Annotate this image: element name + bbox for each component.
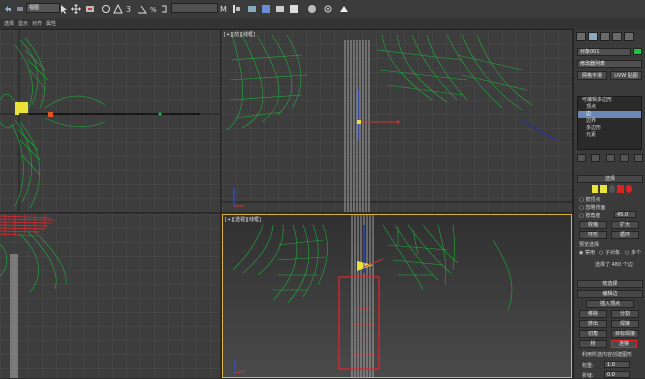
make-unique-icon[interactable] bbox=[605, 154, 615, 162]
viewport-top-right[interactable]: [+][前][线框] bbox=[222, 30, 572, 212]
select-by-name-icon[interactable] bbox=[84, 3, 96, 15]
ring-button[interactable]: 环形 bbox=[579, 231, 607, 239]
align-icon[interactable] bbox=[230, 3, 242, 15]
uvw-map-button[interactable]: UVW 贴图 bbox=[610, 71, 642, 80]
element-mode-icon[interactable] bbox=[625, 185, 633, 193]
by-vertex-checkbox[interactable]: ▢ 按顶点 bbox=[579, 196, 600, 203]
curve-editor-icon[interactable] bbox=[260, 3, 272, 15]
bridge-button[interactable]: 桥 bbox=[579, 340, 607, 348]
weight-label: 权重: bbox=[582, 363, 594, 369]
menu-align[interactable]: 对齐 bbox=[32, 19, 42, 29]
viewport-bottom-right[interactable]: [+][透视][线框] bbox=[222, 214, 572, 378]
svg-text:M: M bbox=[220, 5, 227, 14]
stack-item-edge[interactable]: 边 bbox=[578, 111, 641, 118]
move-icon[interactable] bbox=[70, 3, 82, 15]
remove-button[interactable]: 移除 bbox=[579, 310, 607, 318]
by-angle-checkbox[interactable]: ▢ 按角度 bbox=[579, 212, 600, 219]
show-end-result-icon[interactable] bbox=[591, 154, 601, 162]
menu-properties[interactable]: 属性 bbox=[46, 19, 56, 29]
stack-item-element[interactable]: 元素 bbox=[578, 132, 641, 139]
insert-vertex-button[interactable]: 插入顶点 bbox=[586, 300, 634, 308]
loop-button[interactable]: 循环 bbox=[611, 231, 639, 239]
preview-disabled-radio[interactable]: ◉ 禁用 bbox=[579, 249, 595, 256]
border-mode-icon[interactable] bbox=[608, 185, 616, 193]
preview-multi-label: 多个 bbox=[630, 250, 641, 256]
weld-button[interactable]: 焊接 bbox=[611, 320, 639, 328]
chamfer-button[interactable]: 切角 bbox=[579, 330, 607, 338]
selection-filter-dropdown[interactable]: 视图 bbox=[26, 3, 60, 13]
spinner-snap-icon[interactable] bbox=[158, 3, 170, 15]
snap-icon[interactable]: 3 bbox=[124, 3, 136, 15]
connect-button[interactable]: 连接 bbox=[611, 340, 637, 348]
crease-spinner[interactable]: 0.0 bbox=[604, 371, 630, 378]
select-icon[interactable] bbox=[58, 3, 70, 15]
shrink-button[interactable]: 收缩 bbox=[579, 221, 607, 229]
menu-display[interactable]: 显示 bbox=[18, 19, 28, 29]
angle-snap-icon[interactable] bbox=[136, 3, 148, 15]
stack-item-polygon[interactable]: 多边形 bbox=[578, 125, 641, 132]
modifier-list-dropdown[interactable]: 修改器列表 bbox=[577, 60, 642, 68]
render-frame-icon[interactable] bbox=[322, 3, 334, 15]
target-weld-button[interactable]: 目标焊接 bbox=[611, 330, 639, 338]
extrude-button[interactable]: 挤出 bbox=[579, 320, 607, 328]
svg-text:3: 3 bbox=[126, 5, 131, 14]
menu-select[interactable]: 选择 bbox=[4, 19, 14, 29]
stack-item-border[interactable]: 边界 bbox=[578, 118, 641, 125]
by-angle-label: 按角度 bbox=[585, 213, 601, 219]
rotate-icon[interactable] bbox=[100, 3, 112, 15]
split-button[interactable]: 分割 bbox=[611, 310, 639, 318]
modify-tab-icon[interactable] bbox=[588, 32, 598, 41]
create-shape-button[interactable]: 利用所选内容创建图形 bbox=[582, 351, 632, 358]
menu-bar: 选择 显示 对齐 属性 bbox=[0, 19, 645, 30]
render-setup-icon[interactable] bbox=[306, 3, 318, 15]
main-toolbar: 视图 3 % M bbox=[0, 0, 645, 20]
stack-item-vertex[interactable]: 顶点 bbox=[578, 104, 641, 111]
preview-subobject-radio[interactable]: ○ 子对象 bbox=[599, 249, 620, 256]
edit-edges-rollout-header[interactable]: 编辑边 bbox=[577, 290, 643, 298]
stack-item-editable-poly[interactable]: 可编辑多边形 bbox=[578, 97, 641, 104]
viewport-label[interactable]: [+][前][线框] bbox=[224, 31, 255, 38]
viewport-top-left[interactable] bbox=[0, 30, 220, 212]
mirror-icon[interactable]: M bbox=[218, 3, 230, 15]
create-tab-icon[interactable] bbox=[576, 32, 586, 41]
layer-icon[interactable] bbox=[246, 3, 258, 15]
soft-selection-rollout-header[interactable]: 软选择 bbox=[577, 280, 643, 288]
polygon-mode-icon[interactable] bbox=[617, 185, 624, 193]
motion-tab-icon[interactable] bbox=[612, 32, 622, 41]
vertex-mode-icon[interactable] bbox=[592, 185, 599, 193]
selection-status: 选择了 480 个边 bbox=[595, 262, 633, 268]
by-vertex-label: 按顶点 bbox=[585, 197, 601, 203]
modifier-stack: 可编辑多边形 顶点 边 边界 多边形 元素 bbox=[577, 96, 642, 150]
preview-selection-label: 预览选择 bbox=[579, 242, 600, 248]
redo-icon[interactable] bbox=[14, 3, 26, 15]
preview-subobject-label: 子对象 bbox=[604, 250, 620, 256]
pin-stack-icon[interactable] bbox=[577, 154, 586, 162]
object-name-field[interactable]: 对象001 bbox=[577, 48, 631, 56]
weight-spinner[interactable]: 1.0 bbox=[604, 361, 630, 368]
edge-mode-icon[interactable] bbox=[600, 185, 607, 193]
render-icon[interactable] bbox=[338, 3, 350, 15]
svg-text:%: % bbox=[150, 6, 157, 14]
angle-spinner[interactable]: 45.0 bbox=[614, 211, 636, 218]
scale-icon[interactable] bbox=[112, 3, 124, 15]
viewport-bottom-left[interactable] bbox=[0, 214, 220, 378]
hierarchy-tab-icon[interactable] bbox=[600, 32, 610, 41]
command-panel: 对象001 修改器列表 网格平滑 UVW 贴图 可编辑多边形 顶点 边 边界 多… bbox=[573, 29, 645, 379]
schematic-icon[interactable] bbox=[274, 3, 286, 15]
ignore-backfacing-checkbox[interactable]: ▢ 忽略背面 bbox=[579, 204, 605, 211]
undo-icon[interactable] bbox=[2, 3, 14, 15]
named-selection-dropdown[interactable] bbox=[171, 3, 218, 13]
preview-multi-radio[interactable]: ○ 多个 bbox=[625, 249, 641, 256]
meshsmooth-button[interactable]: 网格平滑 bbox=[577, 71, 607, 80]
remove-modifier-icon[interactable] bbox=[619, 154, 629, 162]
ignore-backfacing-label: 忽略背面 bbox=[585, 205, 606, 211]
material-editor-icon[interactable] bbox=[288, 3, 300, 15]
configure-sets-icon[interactable] bbox=[634, 154, 643, 162]
object-color-swatch[interactable] bbox=[633, 48, 642, 55]
display-tab-icon[interactable] bbox=[624, 32, 634, 41]
grow-button[interactable]: 扩大 bbox=[611, 221, 639, 229]
viewport-label[interactable]: [+][透视][线框] bbox=[225, 216, 261, 223]
preview-disabled-label: 禁用 bbox=[584, 250, 595, 256]
selection-rollout-header[interactable]: 选择 bbox=[577, 175, 643, 183]
